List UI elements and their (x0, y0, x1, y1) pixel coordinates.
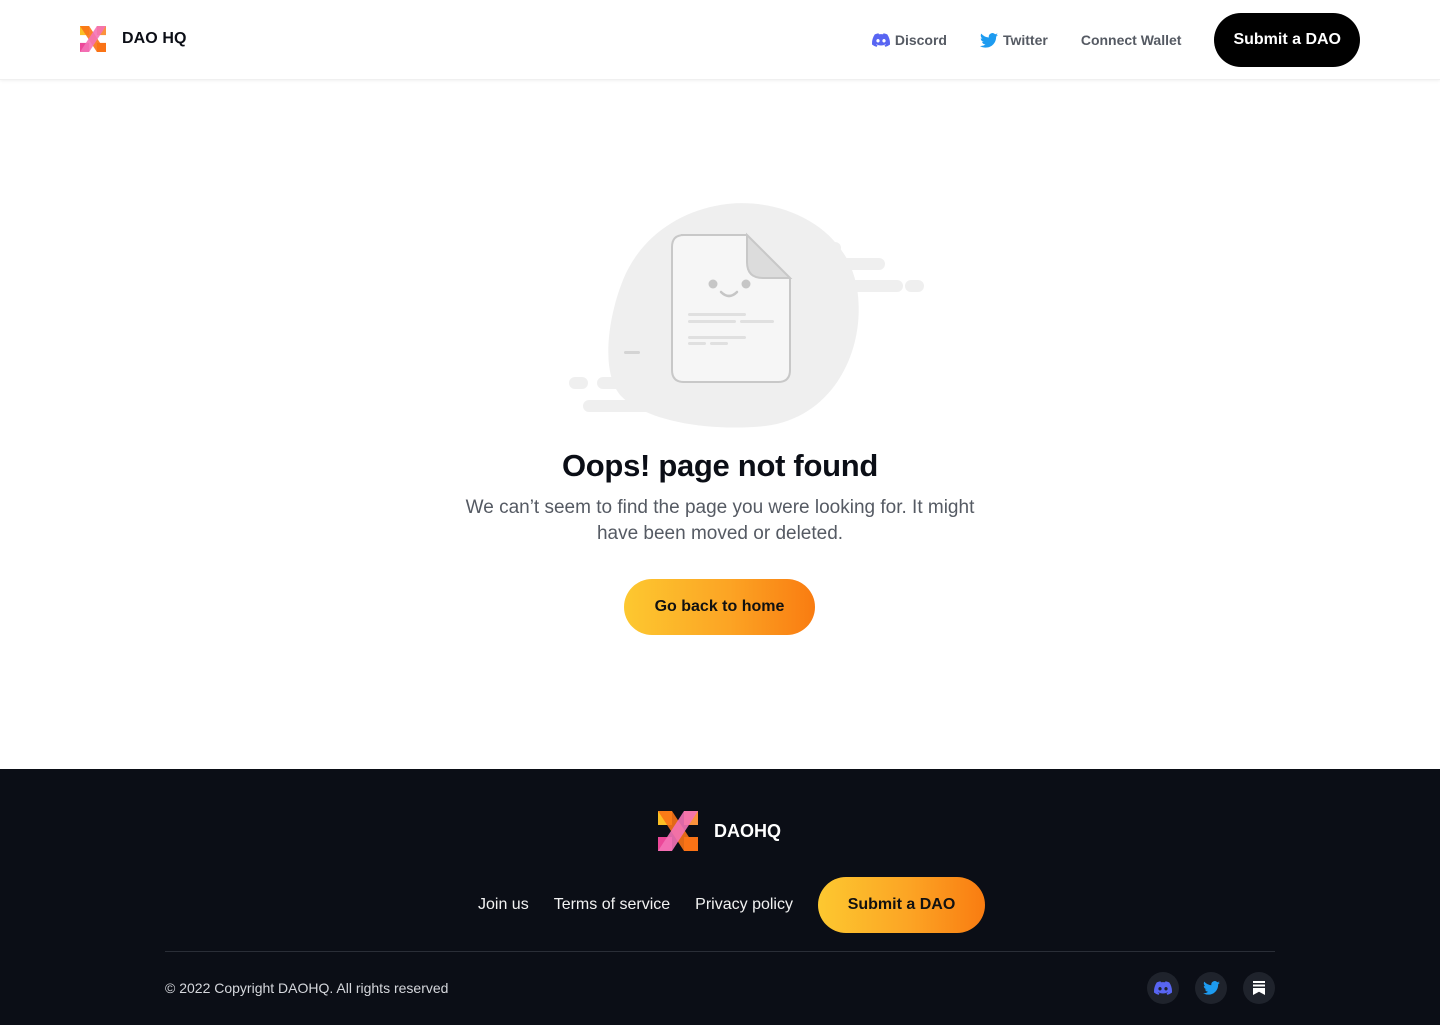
footer-brand-link[interactable]: DAOHQ (658, 811, 781, 851)
substack-icon (1253, 981, 1265, 995)
nav-discord-link[interactable]: Discord (871, 32, 947, 48)
header-submit-dao-button[interactable]: Submit a DAO (1214, 13, 1360, 67)
footer-substack-button[interactable] (1243, 972, 1275, 1004)
page-title: Oops! page not found (561, 448, 878, 483)
footer-divider (165, 951, 1275, 952)
document-line (710, 342, 728, 345)
sad-document-icon (569, 203, 924, 428)
speed-line (569, 377, 588, 389)
discord-icon (1154, 981, 1172, 995)
document-line (688, 342, 706, 345)
daohq-logo-icon (658, 811, 698, 851)
nav-discord-label: Discord (894, 32, 947, 48)
speed-line (833, 258, 885, 270)
speed-line (847, 280, 903, 292)
document-line (688, 313, 746, 316)
footer-link-privacy[interactable]: Privacy policy (695, 896, 793, 914)
document-line (740, 320, 774, 323)
brand-name: DAO HQ (122, 30, 187, 47)
discord-icon (871, 33, 890, 47)
speed-line (905, 280, 924, 292)
connect-wallet-link[interactable]: Connect Wallet (1081, 32, 1182, 48)
footer-submit-dao-button[interactable]: Submit a DAO (817, 877, 985, 933)
speed-line (597, 377, 637, 389)
site-footer: DAOHQ Join us Terms of service Privacy p… (0, 769, 1440, 1025)
document-eye (708, 279, 718, 289)
footer-twitter-button[interactable] (1195, 972, 1227, 1004)
footer-link-join-us[interactable]: Join us (478, 896, 529, 914)
nav-twitter-link[interactable]: Twitter (979, 32, 1048, 48)
page-description: We can’t seem to find the page you were … (465, 497, 975, 544)
footer-link-terms[interactable]: Terms of service (554, 896, 670, 914)
top-nav: Discord Twitter Connect Wallet Submit a … (871, 13, 1360, 67)
go-back-home-button[interactable]: Go back to home (624, 579, 815, 635)
copyright-text: © 2022 Copyright DAOHQ. All rights reser… (165, 980, 449, 996)
connect-wallet-label: Connect Wallet (1080, 32, 1182, 48)
footer-socials (1147, 972, 1275, 1004)
brand-logo-link[interactable]: DAO HQ (80, 26, 187, 52)
speed-dash (624, 351, 640, 354)
footer-discord-button[interactable] (1147, 972, 1179, 1004)
document-line (688, 336, 746, 339)
speed-line (817, 242, 841, 254)
document-eye (741, 279, 751, 289)
site-header: DAO HQ Discord Twitter Connect Wallet Su… (0, 0, 1440, 80)
twitter-icon (979, 32, 998, 48)
footer-brand-name: DAOHQ (714, 820, 781, 841)
nav-twitter-label: Twitter (1002, 32, 1048, 48)
daohq-logo-icon (80, 26, 106, 52)
twitter-icon (1202, 981, 1220, 995)
speed-line (583, 400, 683, 412)
footer-links: Join us Terms of service Privacy policy … (478, 877, 985, 933)
document-line (688, 320, 736, 323)
